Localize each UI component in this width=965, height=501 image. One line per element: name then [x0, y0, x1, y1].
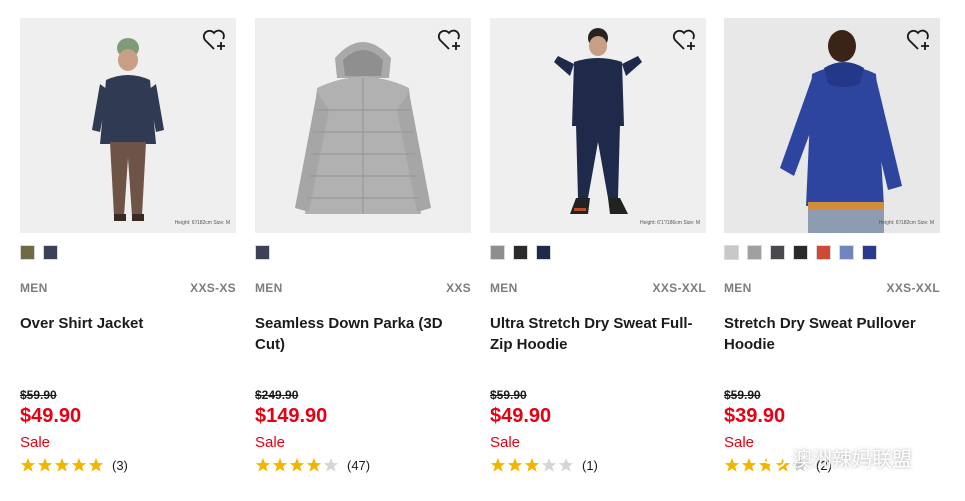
model-size-note: Height: 6'1"/186cm Size: M — [640, 220, 700, 226]
color-swatches — [490, 245, 551, 260]
product-image[interactable]: Height: 6'1"/186cm Size: M — [490, 18, 706, 233]
gender-label: MEN — [20, 281, 48, 295]
sale-price: $39.90 — [724, 405, 786, 427]
rating-stars — [255, 457, 339, 473]
heart-plus-icon — [437, 29, 460, 50]
color-swatches — [255, 245, 270, 260]
rating[interactable]: (1) — [490, 457, 598, 473]
rating-stars — [490, 457, 574, 473]
watermark: 澳洲辣妈联盟 — [760, 443, 912, 472]
product-name[interactable]: Ultra Stretch Dry Sweat Full-Zip Hoodie — [490, 313, 706, 355]
product-card[interactable]: Height: 6'/182cm Size: M MEN XXS-XXL Str… — [724, 0, 940, 501]
original-price: $59.90 — [724, 388, 761, 402]
color-swatches — [724, 245, 877, 260]
size-range: XXS-XXL — [652, 281, 706, 295]
rating[interactable]: (3) — [20, 457, 128, 473]
product-meta: MEN XXS-XXL — [724, 281, 940, 295]
color-swatch[interactable] — [20, 245, 35, 260]
review-count: (3) — [112, 457, 128, 473]
color-swatch[interactable] — [793, 245, 808, 260]
product-image[interactable]: Height: 6'/182cm Size: M — [724, 18, 940, 233]
product-meta: MEN XXS-XS — [20, 281, 236, 295]
product-card[interactable]: MEN XXS Seamless Down Parka (3D Cut) $24… — [255, 0, 471, 501]
review-count: (47) — [347, 457, 371, 473]
star-icon — [323, 458, 339, 472]
star-icon — [255, 458, 271, 472]
size-range: XXS-XS — [190, 281, 236, 295]
color-swatch[interactable] — [490, 245, 505, 260]
product-name[interactable]: Over Shirt Jacket — [20, 313, 236, 334]
add-to-wishlist-button[interactable] — [906, 28, 932, 52]
color-swatch[interactable] — [747, 245, 762, 260]
star-icon — [37, 458, 53, 472]
original-price: $59.90 — [490, 388, 527, 402]
add-to-wishlist-button[interactable] — [672, 28, 698, 52]
rating[interactable]: (47) — [255, 457, 370, 473]
color-swatch[interactable] — [862, 245, 877, 260]
star-icon — [306, 458, 322, 472]
star-icon — [54, 458, 70, 472]
color-swatch[interactable] — [536, 245, 551, 260]
size-range: XXS — [446, 281, 471, 295]
product-name[interactable]: Seamless Down Parka (3D Cut) — [255, 313, 471, 355]
add-to-wishlist-button[interactable] — [437, 28, 463, 52]
star-icon — [741, 458, 757, 472]
star-icon — [20, 458, 36, 472]
original-price: $59.90 — [20, 388, 57, 402]
gender-label: MEN — [490, 281, 518, 295]
star-icon — [289, 458, 305, 472]
product-image[interactable]: Height: 6'/182cm Size: M — [20, 18, 236, 233]
sale-badge: Sale — [255, 434, 286, 451]
color-swatch[interactable] — [255, 245, 270, 260]
star-icon — [88, 458, 104, 472]
star-icon — [724, 458, 740, 472]
color-swatch[interactable] — [513, 245, 528, 260]
color-swatch[interactable] — [839, 245, 854, 260]
star-icon — [558, 458, 574, 472]
product-card[interactable]: Height: 6'/182cm Size: M MEN XXS-XS Over… — [20, 0, 236, 501]
sale-price: $49.90 — [20, 405, 82, 427]
color-swatch[interactable] — [816, 245, 831, 260]
product-meta: MEN XXS-XXL — [490, 281, 706, 295]
product-name[interactable]: Stretch Dry Sweat Pullover Hoodie — [724, 313, 940, 355]
star-icon — [541, 458, 557, 472]
sale-price: $49.90 — [490, 405, 552, 427]
star-icon — [524, 458, 540, 472]
wechat-icon — [760, 447, 786, 468]
heart-plus-icon — [672, 29, 695, 50]
heart-plus-icon — [906, 29, 929, 50]
gender-label: MEN — [255, 281, 283, 295]
product-grid: Height: 6'/182cm Size: M MEN XXS-XS Over… — [0, 0, 965, 501]
gender-label: MEN — [724, 281, 752, 295]
color-swatches — [20, 245, 58, 260]
product-image[interactable] — [255, 18, 471, 233]
product-card[interactable]: Height: 6'1"/186cm Size: M MEN XXS-XXL U… — [490, 0, 706, 501]
model-size-note: Height: 6'/182cm Size: M — [174, 220, 230, 226]
sale-badge: Sale — [724, 434, 755, 451]
original-price: $249.90 — [255, 388, 299, 402]
product-meta: MEN XXS — [255, 281, 471, 295]
sale-badge: Sale — [490, 434, 521, 451]
watermark-text: 澳洲辣妈联盟 — [792, 449, 912, 471]
star-icon — [71, 458, 87, 472]
heart-plus-icon — [202, 29, 225, 50]
star-icon — [490, 458, 506, 472]
sale-badge: Sale — [20, 434, 51, 451]
rating-stars — [20, 457, 104, 473]
model-size-note: Height: 6'/182cm Size: M — [878, 220, 934, 226]
color-swatch[interactable] — [43, 245, 58, 260]
star-icon — [272, 458, 288, 472]
color-swatch[interactable] — [724, 245, 739, 260]
review-count: (1) — [582, 457, 598, 473]
add-to-wishlist-button[interactable] — [202, 28, 228, 52]
size-range: XXS-XXL — [886, 281, 940, 295]
color-swatch[interactable] — [770, 245, 785, 260]
sale-price: $149.90 — [255, 405, 328, 427]
star-icon — [507, 458, 523, 472]
